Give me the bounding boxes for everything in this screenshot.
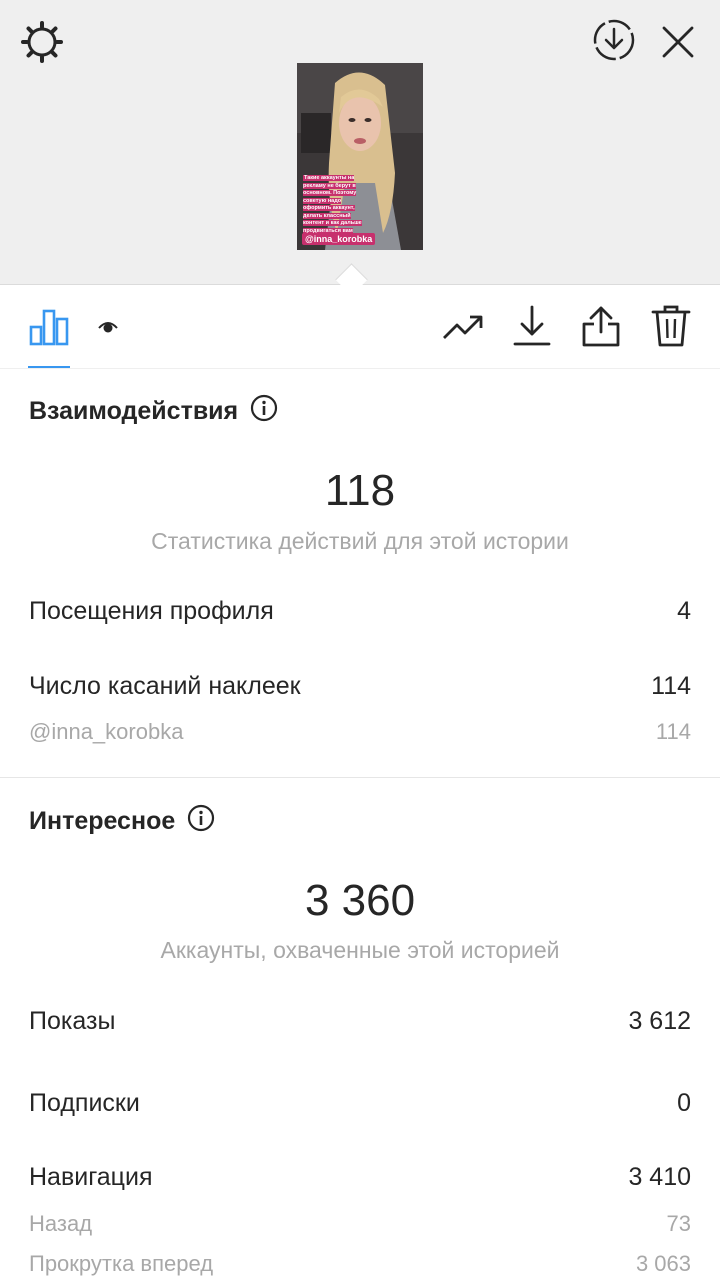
stat-label: @inna_korobka: [29, 719, 184, 744]
stat-label: Число касаний наклеек: [29, 672, 301, 700]
stat-subrow-back: Назад 73: [29, 1211, 691, 1237]
settings-gear-icon[interactable]: [18, 18, 66, 66]
download-circle-icon[interactable]: [590, 16, 638, 64]
stat-row-impressions: Показы 3 612: [29, 1007, 691, 1036]
stat-value: 0: [677, 1089, 691, 1117]
info-icon[interactable]: [250, 394, 278, 429]
stat-row-profile-visits: Посещения профиля 4: [29, 597, 691, 626]
discovery-caption: Аккаунты, охваченные этой историей: [160, 937, 560, 963]
stat-subrow-forward: Прокрутка вперед 3 063: [29, 1251, 691, 1277]
stat-label: Назад: [29, 1211, 93, 1236]
story-mention-sticker: @inna_korobka: [302, 233, 376, 245]
stat-row-navigation: Навигация 3 410: [29, 1163, 691, 1192]
discovery-total: 3 360: [304, 876, 416, 925]
stat-value: 3 063: [635, 1251, 691, 1276]
section-title-text: Интересное: [29, 807, 176, 835]
stat-row-follows: Подписки 0: [29, 1089, 691, 1118]
stat-label: Подписки: [29, 1089, 140, 1117]
story-thumbnail[interactable]: Такие аккаунты на рекламу не берут в осн…: [297, 63, 423, 250]
section-divider: [0, 777, 720, 778]
stat-value: 114: [655, 719, 691, 744]
interactions-total: 118: [324, 466, 396, 515]
stat-subrow-mention: @inna_korobka 114: [29, 719, 691, 745]
trending-up-icon[interactable]: [440, 305, 486, 351]
trash-icon[interactable]: [648, 303, 694, 349]
stat-value: 3 410: [628, 1163, 691, 1191]
stat-value: 114: [651, 672, 691, 700]
stat-value: 4: [677, 597, 691, 625]
stat-label: Навигация: [29, 1163, 153, 1191]
interactions-section-title: Взаимодействия: [29, 394, 278, 429]
eye-icon[interactable]: [94, 315, 122, 339]
stat-value: 3 612: [628, 1007, 691, 1035]
info-icon[interactable]: [187, 804, 215, 839]
section-title-text: Взаимодействия: [29, 397, 239, 425]
close-icon[interactable]: [656, 20, 700, 64]
discovery-section-title: Интересное: [29, 804, 215, 839]
share-icon[interactable]: [578, 303, 624, 349]
insights-toolbar: [0, 285, 720, 369]
stat-label: Посещения профиля: [29, 597, 274, 625]
story-preview-area: Такие аккаунты на рекламу не берут в осн…: [0, 0, 720, 285]
stat-label: Показы: [29, 1007, 116, 1035]
bar-chart-icon[interactable]: [26, 303, 72, 349]
active-tab-indicator: [28, 366, 70, 368]
stat-label: Прокрутка вперед: [29, 1251, 214, 1276]
stat-value: 73: [666, 1211, 691, 1236]
interactions-caption: Статистика действий для этой истории: [151, 528, 569, 554]
download-icon[interactable]: [509, 303, 555, 349]
stat-row-sticker-taps: Число касаний наклеек 114: [29, 672, 691, 701]
